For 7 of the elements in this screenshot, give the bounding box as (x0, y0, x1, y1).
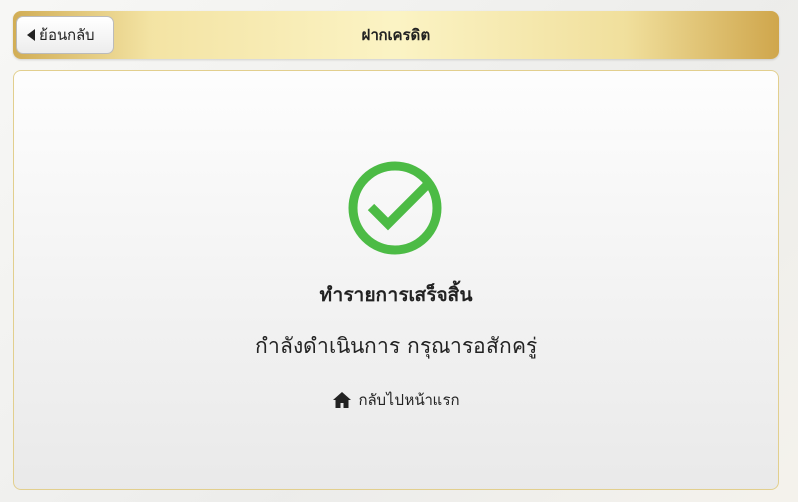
page-title: ฝากเครดิต (362, 25, 430, 46)
home-icon (332, 392, 350, 408)
back-button[interactable]: ย้อนกลับ (16, 16, 114, 54)
caret-icon (27, 29, 35, 41)
status-message: กำลังดำเนินการ กรุณารอสักครู่ (255, 333, 537, 361)
home-link[interactable]: กลับไปหน้าแรก (332, 388, 460, 412)
result-title: ทำรายการเสร็จสิ้น (320, 279, 472, 309)
